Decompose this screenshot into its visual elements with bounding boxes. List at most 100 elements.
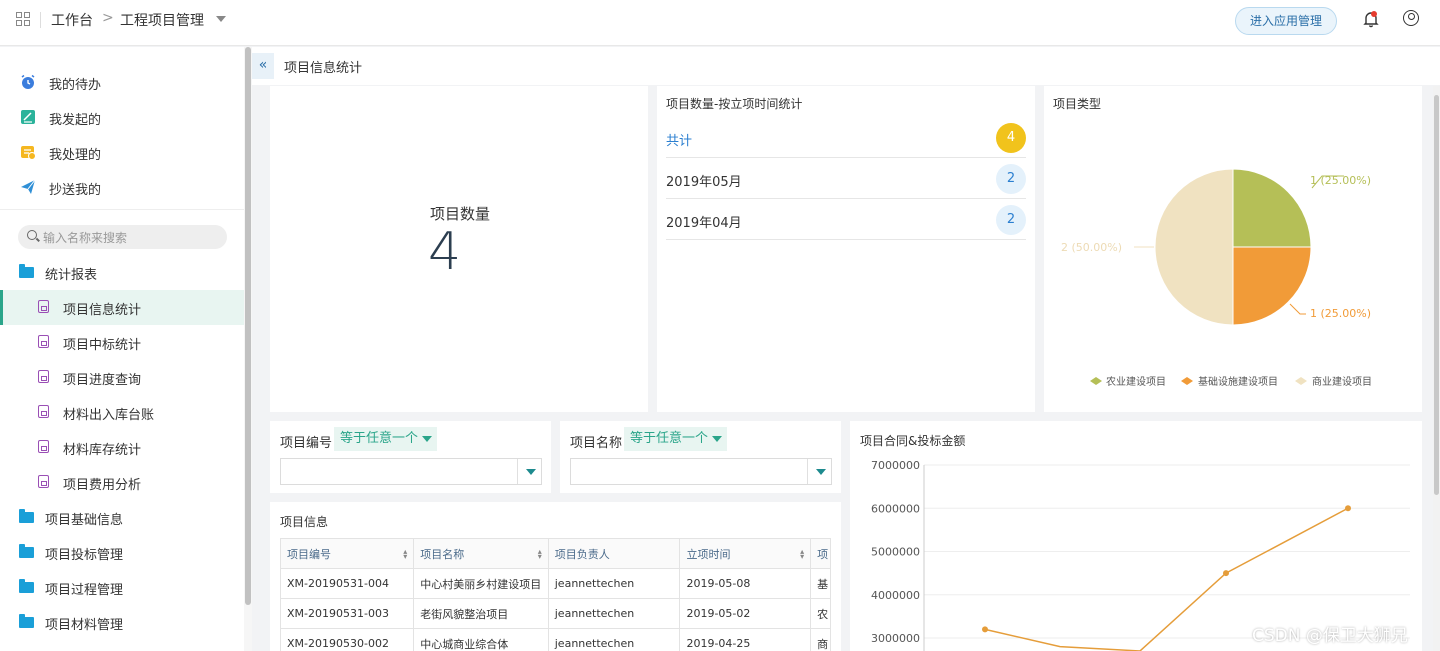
breadcrumb-current-app[interactable]: 工程项目管理	[120, 10, 204, 30]
pie-slice-agriculture[interactable]	[1232, 168, 1312, 248]
app-grid-icon[interactable]	[16, 12, 30, 26]
sidebar-group-material-management[interactable]: 项目材料管理	[0, 605, 244, 640]
content-scrollbar-thumb[interactable]	[1434, 95, 1439, 495]
legend-label[interactable]: 农业建设项目	[1106, 375, 1166, 388]
dropdown-arrow-icon[interactable]	[816, 469, 826, 475]
table-cell: 中心村美丽乡村建设项目	[413, 568, 549, 599]
sidebar-group-project-basic-info[interactable]: 项目基础信息	[0, 500, 244, 535]
caret-down-icon	[712, 435, 723, 442]
sidebar-group-label: 项目过程管理	[45, 583, 124, 598]
data-point[interactable]	[982, 626, 988, 633]
y-tick-label: 6000000	[871, 502, 920, 515]
sidebar-item-label: 项目信息统计	[63, 303, 142, 318]
sidebar-item-my-todo[interactable]: 我的待办	[0, 65, 244, 100]
table-cell: jeannettechen	[547, 568, 681, 599]
table-cell: XM-20190531-003	[280, 598, 415, 629]
sidebar-item-material-inventory[interactable]: 材料库存统计	[0, 430, 244, 465]
sidebar-item-project-bid-stats[interactable]: 项目中标统计	[0, 325, 244, 360]
filter-operator-dropdown[interactable]: 等于任意一个	[624, 427, 727, 451]
stat-row-month[interactable]: 2019年04月 2	[666, 200, 1026, 240]
report-doc-icon	[38, 370, 49, 383]
stat-row-month[interactable]: 2019年05月 2	[666, 159, 1026, 199]
sidebar-item-label: 我处理的	[49, 148, 102, 163]
column-header[interactable]: 项目名称 ▴ ▾	[413, 538, 549, 569]
app-switch-chevron-icon[interactable]	[216, 16, 226, 22]
notification-bell-icon[interactable]	[1363, 10, 1379, 28]
sidebar-item-project-progress[interactable]: 项目进度查询	[0, 360, 244, 395]
project-name-select[interactable]	[570, 458, 832, 485]
project-code-select[interactable]	[280, 458, 542, 485]
y-tick-label: 5000000	[871, 546, 920, 559]
breadcrumb-workbench[interactable]: 工作台	[51, 10, 93, 30]
filter-label: 项目编号	[280, 436, 333, 451]
table-cell: XM-20190530-002	[280, 628, 415, 651]
pie-slice-commercial[interactable]	[1154, 168, 1234, 326]
column-header[interactable]: 项目负责人	[547, 538, 681, 569]
sidebar-group-reports[interactable]: 统计报表	[0, 255, 244, 290]
user-avatar-icon[interactable]	[1403, 10, 1419, 26]
count-badge: 4	[996, 123, 1026, 153]
legend-marker	[1295, 377, 1307, 385]
sidebar-group-bid-management[interactable]: 项目投标管理	[0, 535, 244, 570]
column-header[interactable]: 立项时间 ▴ ▾	[679, 538, 812, 569]
sidebar-group-label: 项目投标管理	[45, 548, 124, 563]
search-icon	[27, 230, 37, 240]
sidebar-search-input[interactable]: 输入名称来搜索	[18, 225, 227, 249]
table-row[interactable]: XM-20190531-003 老街风貌整治项目 jeannettechen 2…	[280, 598, 831, 629]
legend-marker	[1090, 377, 1102, 385]
sidebar-item-i-initiated[interactable]: 我发起的	[0, 100, 244, 135]
table-row[interactable]: XM-20190531-004 中心村美丽乡村建设项目 jeannetteche…	[280, 568, 831, 599]
table-cell: 中心城商业综合体	[413, 628, 549, 651]
filter-label: 项目名称	[570, 436, 623, 451]
top-bar: 工作台 > 工程项目管理 进入应用管理	[0, 0, 1440, 46]
alarm-clock-icon	[21, 74, 35, 89]
dropdown-arrow-icon[interactable]	[526, 469, 536, 475]
count-badge: 2	[996, 164, 1026, 194]
table-cell: 老街风貌整治项目	[413, 598, 549, 629]
tab-bar	[252, 47, 1440, 85]
data-point[interactable]	[1345, 505, 1351, 512]
sidebar-group-label: 统计报表	[45, 268, 98, 283]
sidebar-item-label: 项目中标统计	[63, 338, 142, 353]
sidebar-item-material-ledger[interactable]: 材料出入库台账	[0, 395, 244, 430]
legend-label[interactable]: 商业建设项目	[1312, 375, 1372, 388]
report-doc-icon	[38, 300, 49, 313]
sidebar-group-process-management[interactable]: 项目过程管理	[0, 570, 244, 605]
column-header[interactable]: 项目编号 ▴ ▾	[280, 538, 415, 569]
y-tick-label: 3000000	[871, 632, 920, 645]
sidebar-item-cost-analysis[interactable]: 项目费用分析	[0, 465, 244, 500]
data-point[interactable]	[1223, 570, 1229, 577]
sidebar-group-label: 项目基础信息	[45, 513, 124, 528]
sidebar-item-label: 抄送我的	[49, 183, 102, 198]
task-done-icon	[21, 146, 36, 160]
filter-operator-label: 等于任意一个	[630, 431, 709, 446]
stat-row-total[interactable]: 共计 4	[666, 118, 1026, 158]
sort-icon[interactable]: ▴ ▾	[538, 548, 542, 561]
sidebar-item-label: 项目进度查询	[63, 373, 142, 388]
watermark-text: CSDN @保卫大狮兄	[1252, 626, 1408, 646]
pie-label: 1 (25.00%)	[1310, 307, 1371, 320]
stat-row-label: 2019年05月	[666, 175, 742, 190]
sidebar-item-i-handled[interactable]: 我处理的	[0, 135, 244, 170]
sidebar-item-cc-me[interactable]: 抄送我的	[0, 170, 244, 205]
enter-app-management-button[interactable]: 进入应用管理	[1235, 7, 1337, 35]
table-cell: 商	[810, 628, 831, 651]
sidebar-item-project-info-stats[interactable]: 项目信息统计	[0, 290, 244, 325]
project-table: 项目编号 ▴ ▾ 项目名称 ▴ ▾ 项目负责人 立项时间 ▴ ▾ 项 XM-20190531…	[280, 538, 831, 651]
table-row[interactable]: XM-20190530-002 中心城商业综合体 jeannettechen 2…	[280, 628, 831, 651]
sidebar-item-label: 我发起的	[49, 113, 102, 128]
collapse-sidebar-icon[interactable]: «	[252, 53, 274, 79]
sort-icon[interactable]: ▴ ▾	[403, 548, 407, 561]
breadcrumb-separator: >	[102, 10, 114, 26]
folder-icon	[19, 614, 34, 628]
sidebar-item-label: 我的待办	[49, 78, 102, 93]
divider	[0, 209, 244, 210]
legend-label[interactable]: 基础设施建设项目	[1198, 375, 1278, 388]
sort-icon[interactable]: ▴ ▾	[800, 548, 804, 561]
pie-label: 2 (50.00%)	[1061, 241, 1122, 254]
column-header[interactable]: 项	[810, 538, 831, 569]
report-doc-icon	[38, 475, 49, 488]
filter-operator-dropdown[interactable]: 等于任意一个	[334, 427, 437, 451]
amount-chart-title: 项目合同&投标金额	[860, 434, 966, 448]
sidebar-scrollbar-thumb[interactable]	[245, 47, 251, 605]
